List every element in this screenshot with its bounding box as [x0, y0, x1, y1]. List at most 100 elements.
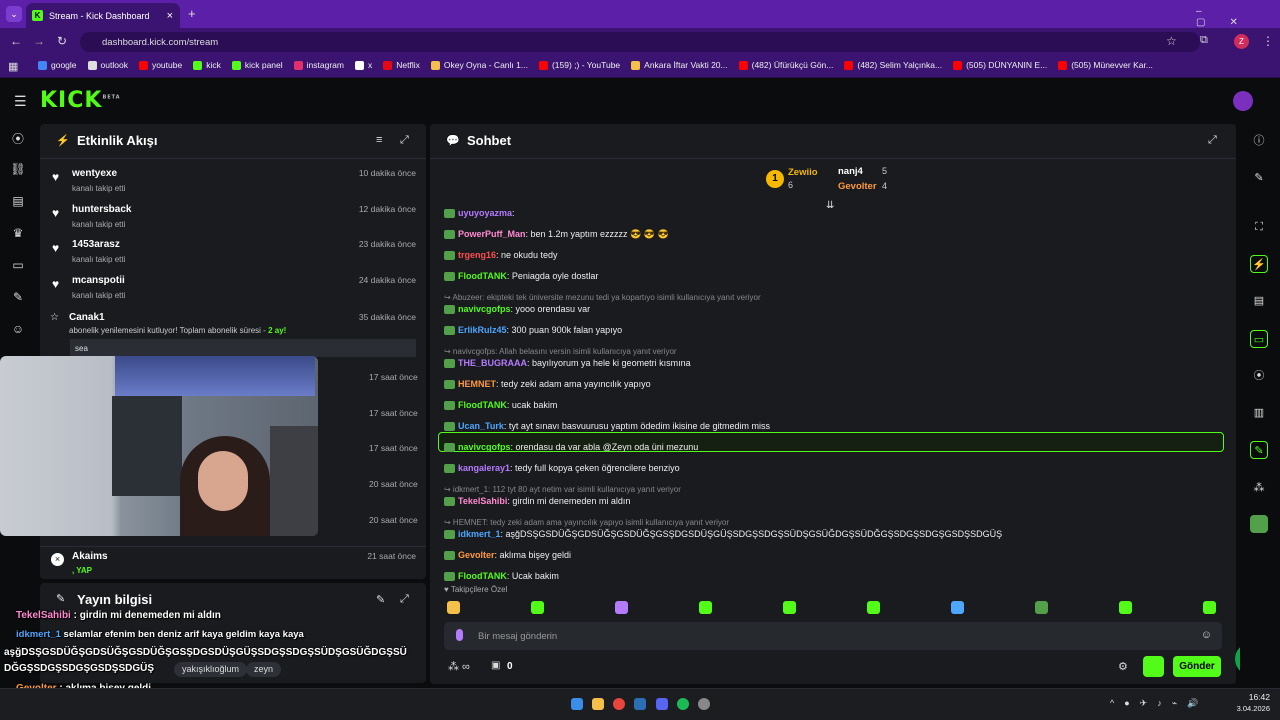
start-icon[interactable] [571, 698, 583, 710]
url-field[interactable]: dashboard.kick.com/stream [80, 32, 1200, 52]
bookmark-item[interactable]: outlook [87, 60, 128, 70]
chat-toggle-icon[interactable]: ▭ [1250, 330, 1268, 348]
bookmark-item[interactable]: (482) Üfürükçü Gön... [738, 60, 833, 70]
chat-username[interactable]: kangaleray1 [458, 463, 510, 473]
video-icon[interactable]: ▭ [10, 258, 26, 274]
filter-icon[interactable]: ≡ [376, 134, 382, 146]
bookmark-item[interactable]: kick panel [231, 60, 283, 70]
scroll-down-icon[interactable]: ⇊ [826, 200, 834, 211]
profile-avatar[interactable]: Z [1234, 34, 1249, 49]
pencil-icon[interactable]: ✎ [1250, 169, 1268, 187]
user-avatar[interactable] [1233, 91, 1253, 111]
tools-icon[interactable]: ✎ [10, 290, 26, 306]
menu-icon[interactable]: ☰ [14, 93, 27, 110]
tray-icons[interactable]: ^●✈♪⌁🔊 [1110, 698, 1208, 709]
browser-menu-icon[interactable]: ⋮ [1262, 34, 1274, 48]
bookmark-item[interactable]: x [354, 60, 372, 70]
trophy-icon[interactable]: ♛ [10, 226, 26, 242]
bookmark-item[interactable]: (505) Münevver Kar... [1058, 60, 1153, 70]
analytics-icon[interactable]: ▤ [10, 194, 26, 210]
tab-list-button[interactable]: ⌄ [6, 6, 22, 22]
emote-icon[interactable] [531, 601, 544, 614]
kick-logo[interactable]: KICKBETA [40, 88, 121, 113]
back-icon[interactable]: ← [10, 34, 22, 48]
popout-icon[interactable]: ⤢ [400, 134, 409, 147]
send-button[interactable]: Gönder [1173, 656, 1221, 677]
chat-text: : tyt ayt sınavı basvuurusu yaptım ödedi… [503, 421, 770, 431]
emote-icon[interactable] [447, 601, 460, 614]
bookmark-item[interactable]: Netflix [383, 60, 420, 70]
fullscreen-icon[interactable]: ⛶ [1250, 218, 1268, 236]
chat-username[interactable]: Gevolter [458, 550, 495, 560]
bookmark-item[interactable]: kick [193, 60, 221, 70]
bookmark-item[interactable]: google [38, 60, 77, 70]
steam-icon[interactable] [634, 698, 646, 710]
clock[interactable]: 16:42 3.04.2026 [1237, 692, 1270, 714]
apps-icon[interactable]: ▦ [8, 60, 18, 73]
settings-icon[interactable] [698, 698, 710, 710]
gift-icon[interactable]: ▣ [491, 660, 500, 671]
spotify-icon[interactable] [677, 698, 689, 710]
discord-icon[interactable] [656, 698, 668, 710]
emote-icon[interactable] [951, 601, 964, 614]
share-icon[interactable]: ⁂ [1250, 479, 1268, 497]
explorer-icon[interactable] [592, 698, 604, 710]
info-popout-icon[interactable]: ⤢ [400, 593, 409, 606]
app-icon[interactable] [1250, 515, 1268, 533]
window-controls[interactable]: –▢✕ [1196, 6, 1280, 28]
extensions-icon[interactable]: ⧉ [1200, 34, 1208, 47]
browser-tab[interactable]: K Stream - Kick Dashboard × [26, 3, 180, 28]
emote-icon[interactable] [783, 601, 796, 614]
info-icon[interactable]: ⓘ [1250, 132, 1268, 150]
chat-username[interactable]: HEMNET [458, 379, 496, 389]
emoji-icon[interactable]: ☺ [1201, 629, 1212, 641]
chat-username[interactable]: Ucan_Turk [458, 421, 504, 431]
bookmark-item[interactable]: youtube [138, 60, 182, 70]
close-tab-icon[interactable]: × [167, 10, 173, 22]
tools-toggle-icon[interactable]: ✎ [1250, 441, 1268, 459]
chat-username[interactable]: ErlikRulz45 [458, 325, 507, 335]
bookmark-item[interactable]: instagram [293, 60, 344, 70]
broadcast-icon[interactable]: ⦿ [1250, 367, 1268, 385]
chat-username[interactable]: FloodTANK [458, 400, 507, 410]
bookmark-item[interactable]: Okey Oyna - Canlı 1... [430, 60, 528, 70]
bookmark-item[interactable]: (159) ;) - YouTube [538, 60, 620, 70]
stream-icon[interactable]: ⦿ [10, 130, 26, 146]
reload-icon[interactable]: ↻ [57, 34, 67, 48]
chat-username[interactable]: trgeng16 [458, 250, 496, 260]
bookmark-item[interactable]: (482) Selim Yalçınka... [844, 60, 942, 70]
chat-username[interactable]: FloodTANK [458, 571, 507, 581]
edit-icon[interactable]: ✎ [376, 593, 385, 606]
link-icon[interactable]: ⛓ [10, 162, 26, 178]
kick-bot-icon[interactable] [1143, 656, 1164, 677]
emote-icon[interactable] [615, 601, 628, 614]
chat-username[interactable]: navivcgofps [458, 304, 511, 314]
community-icon[interactable]: ☺ [10, 322, 26, 338]
chat-input[interactable]: Bir mesaj gönderin ☺ [444, 622, 1222, 650]
emote-icon[interactable] [1203, 601, 1216, 614]
mic-icon[interactable] [456, 629, 463, 641]
chat-settings-icon[interactable]: ⚙ [1118, 660, 1128, 673]
forward-icon[interactable]: → [33, 34, 45, 48]
emote-icon[interactable] [699, 601, 712, 614]
notes-icon[interactable]: ▤ [1250, 292, 1268, 310]
bookmark-item[interactable]: (505) DÜNYANIN E... [953, 60, 1047, 70]
layout-icon[interactable]: ▥ [1250, 404, 1268, 422]
chat-username[interactable]: navivcgofps [458, 442, 511, 452]
chat-username[interactable]: uyuyoyazma [458, 208, 512, 218]
chat-username[interactable]: idkmert_1 [458, 529, 501, 539]
emote-icon[interactable] [1119, 601, 1132, 614]
new-tab-button[interactable]: + [188, 6, 196, 21]
chat-username[interactable]: FloodTANK [458, 271, 507, 281]
chat-username[interactable]: TekelSahibi [458, 496, 507, 506]
bookmark-item[interactable]: Ankara İftar Vakti 20... [631, 60, 728, 70]
bookmark-star-icon[interactable]: ☆ [1166, 34, 1177, 48]
chat-username[interactable]: THE_BUGRAAA [458, 358, 527, 368]
chat-username[interactable]: PowerPuff_Man [458, 229, 526, 239]
chrome-icon[interactable] [613, 698, 625, 710]
chat-popout-icon[interactable]: ⤢ [1208, 134, 1217, 147]
points-icon[interactable]: ⁂ ∞ [448, 660, 470, 673]
emote-icon[interactable] [867, 601, 880, 614]
activity-toggle-icon[interactable]: ⚡ [1250, 255, 1268, 273]
emote-icon[interactable] [1035, 601, 1048, 614]
